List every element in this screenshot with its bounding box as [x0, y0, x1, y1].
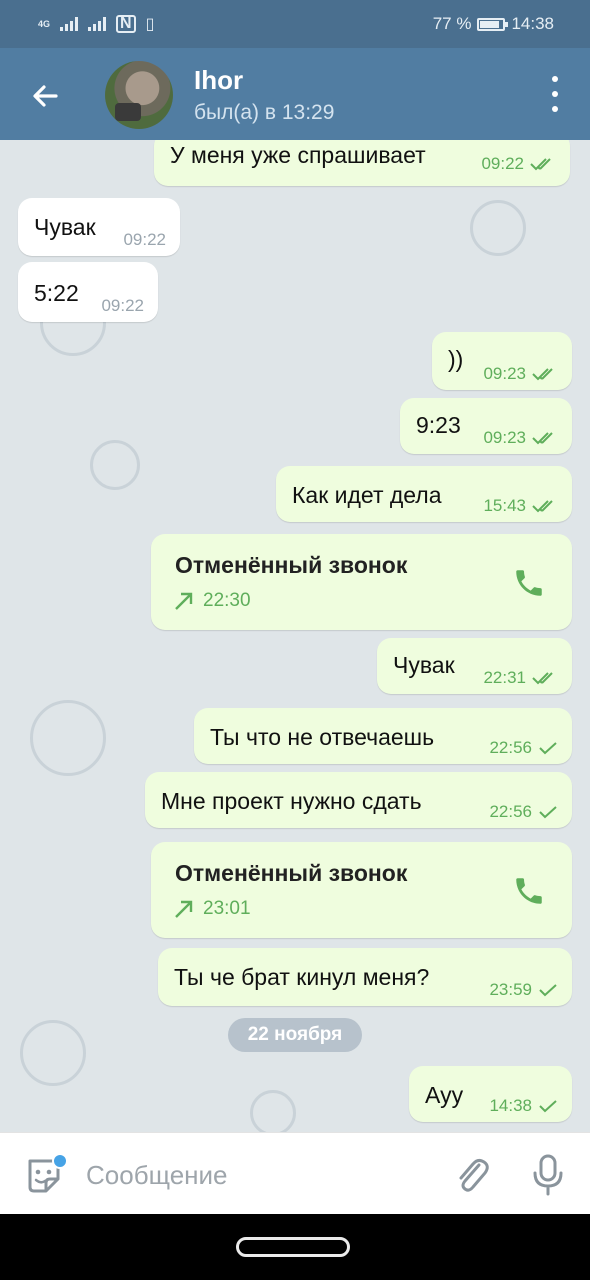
message-input[interactable]: [86, 1155, 416, 1195]
message-meta: 09:22: [123, 230, 166, 250]
contact-name[interactable]: Ihor: [194, 65, 243, 96]
notification-dot: [52, 1153, 68, 1169]
message-time: 23:59: [489, 980, 532, 999]
message-meta: 22:56: [489, 802, 558, 822]
message-composer: [0, 1132, 590, 1215]
message-time: 14:38: [489, 1096, 532, 1115]
message-text: Чувак: [34, 214, 96, 240]
double-check-icon: [532, 432, 553, 445]
incoming-message[interactable]: Чувак 09:22: [18, 198, 180, 256]
message-text: Ауу: [425, 1082, 464, 1108]
microphone-icon[interactable]: [528, 1153, 568, 1197]
single-check-icon: [539, 1100, 557, 1113]
message-text: 5:22: [34, 280, 79, 306]
message-time: 09:22: [101, 296, 144, 315]
message-meta: 22:31: [483, 668, 558, 688]
message-text: Чувак: [393, 652, 455, 678]
message-meta: 14:38: [489, 1096, 558, 1116]
cell-signal-icon: [60, 17, 79, 31]
background-pattern: [250, 1090, 296, 1132]
message-meta: 09:23: [483, 428, 558, 448]
background-pattern: [90, 440, 140, 490]
contact-last-seen: был(а) в 13:29: [194, 101, 335, 124]
message-text: )): [448, 346, 464, 372]
call-title: Отменённый звонок: [175, 860, 408, 886]
message-time: 09:22: [123, 230, 166, 249]
background-pattern: [20, 1020, 86, 1086]
message-meta: 09:22: [101, 296, 144, 316]
message-time: 15:43: [483, 496, 526, 515]
paperclip-icon[interactable]: [452, 1153, 492, 1195]
call-time: 23:01: [203, 898, 251, 919]
date-separator: 22 ноября: [228, 1018, 362, 1052]
outgoing-message[interactable]: У меня уже спрашивает 09:22: [154, 140, 570, 186]
arrow-up-right-icon: [175, 900, 193, 918]
double-check-icon: [532, 368, 553, 381]
message-text: Мне проект нужно сдать: [161, 788, 422, 814]
battery-icon: [477, 17, 509, 31]
message-text: Ты че брат кинул меня?: [174, 964, 430, 990]
double-check-icon: [532, 500, 553, 513]
message-meta: 15:43: [483, 496, 558, 516]
system-navigation-bar: [0, 1214, 590, 1280]
call-title: Отменённый звонок: [175, 552, 408, 578]
double-check-icon: [532, 672, 553, 685]
call-info: 22:30: [173, 590, 251, 612]
vibrate-icon: ▯: [145, 16, 155, 33]
outgoing-message[interactable]: Как идет дела 15:43: [276, 466, 572, 522]
outgoing-message[interactable]: Мне проект нужно сдать 22:56: [145, 772, 572, 828]
background-pattern: [30, 700, 106, 776]
message-meta: 22:56: [489, 738, 558, 758]
nfc-icon: N: [116, 15, 136, 33]
message-text: Как идет дела: [292, 482, 442, 508]
message-time: 22:56: [489, 738, 532, 757]
call-message[interactable]: Отменённый звонок 22:30: [151, 534, 572, 630]
status-bar: 4G N ▯ 77 % 14:38: [0, 0, 590, 48]
home-gesture-handle[interactable]: [236, 1237, 350, 1257]
message-meta: 09:22: [481, 154, 556, 174]
message-text: Ты что не отвечаешь: [210, 724, 435, 750]
call-time: 22:30: [203, 590, 251, 611]
call-info: 23:01: [173, 898, 251, 920]
message-time: 22:31: [483, 668, 526, 687]
phone-icon[interactable]: [512, 874, 546, 908]
arrow-left-icon[interactable]: [26, 76, 66, 116]
single-check-icon: [539, 742, 557, 755]
message-text: 9:23: [416, 412, 461, 438]
outgoing-message[interactable]: Ауу 14:38: [409, 1066, 572, 1122]
message-list[interactable]: У меня уже спрашивает 09:22 Чувак 09:22 …: [0, 140, 590, 1132]
phone-icon[interactable]: [512, 566, 546, 600]
call-message[interactable]: Отменённый звонок 23:01: [151, 842, 572, 938]
double-check-icon: [530, 158, 551, 171]
avatar[interactable]: [105, 61, 173, 129]
outgoing-message[interactable]: Ты че брат кинул меня? 23:59: [158, 948, 572, 1006]
single-check-icon: [539, 806, 557, 819]
message-text: У меня уже спрашивает: [170, 142, 426, 168]
outgoing-message[interactable]: Ты что не отвечаешь 22:56: [194, 708, 572, 764]
clock: 14:38: [511, 14, 554, 33]
outgoing-message[interactable]: )) 09:23: [432, 332, 572, 390]
single-check-icon: [539, 984, 557, 997]
battery-percent: 77 %: [432, 14, 472, 33]
message-meta: 09:23: [483, 364, 558, 384]
incoming-message[interactable]: 5:22 09:22: [18, 262, 158, 322]
network-type-label: 4G: [38, 19, 51, 29]
message-meta: 23:59: [489, 980, 558, 1000]
message-time: 09:22: [481, 154, 524, 173]
arrow-up-right-icon: [175, 592, 193, 610]
message-time: 22:56: [489, 802, 532, 821]
more-vert-icon[interactable]: [548, 76, 562, 112]
message-time: 09:23: [483, 364, 526, 383]
chat-header: Ihor был(а) в 13:29: [0, 48, 590, 140]
background-pattern: [470, 200, 526, 256]
outgoing-message[interactable]: Чувак 22:31: [377, 638, 572, 694]
outgoing-message[interactable]: 9:23 09:23: [400, 398, 572, 454]
message-time: 09:23: [483, 428, 526, 447]
cell-signal-2-icon: [88, 17, 107, 31]
